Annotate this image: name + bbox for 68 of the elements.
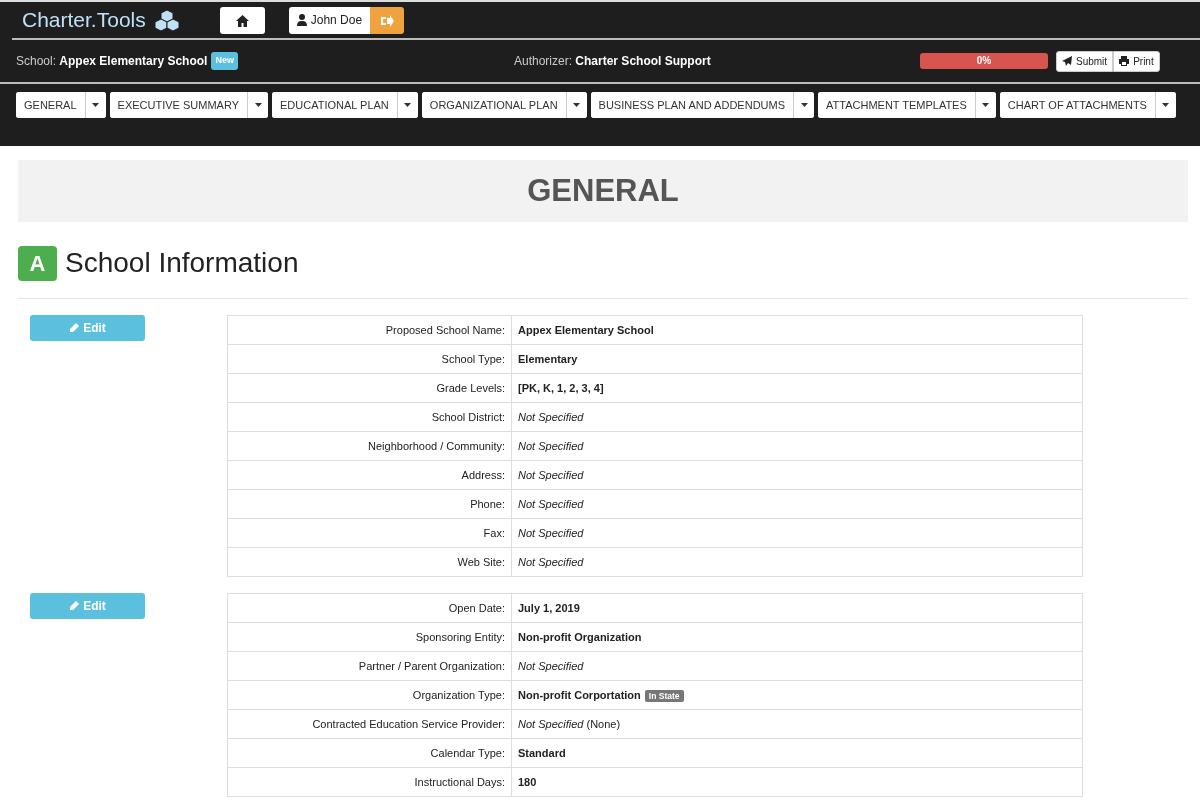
user-button[interactable]: John Doe xyxy=(288,6,371,34)
field-value: Not Specified (None) xyxy=(511,709,1083,739)
field-value: Not Specified xyxy=(511,460,1083,490)
sign-out-icon xyxy=(380,14,394,27)
field-value: Non-profit Corportation xyxy=(518,688,641,701)
section-tab[interactable]: ATTACHMENT TEMPLATES xyxy=(818,92,976,118)
authorizer-name: Authorizer: Charter School Support xyxy=(514,53,712,70)
person-icon xyxy=(296,14,307,26)
progress-reading: 0% xyxy=(975,54,993,68)
section-tab[interactable]: EXECUTIVE SUMMARY xyxy=(109,92,248,118)
status-badge: New xyxy=(211,52,238,70)
field-label: Organization Type: xyxy=(227,680,512,710)
pencil-icon xyxy=(69,323,80,333)
field-value: Not Specified xyxy=(511,489,1083,519)
section-tab[interactable]: ORGANIZATIONAL PLAN xyxy=(421,92,567,118)
field-label: School District: xyxy=(227,402,512,432)
field-value: Not Specified xyxy=(511,518,1083,548)
field-value: Non-profit Organization xyxy=(511,622,1083,652)
field-label: Proposed School Name: xyxy=(227,315,512,345)
field-value: Not Specified xyxy=(511,431,1083,461)
paper-plane-icon xyxy=(1062,56,1072,66)
status-badge: In State xyxy=(644,689,684,702)
field-label: Contracted Education Service Provider: xyxy=(227,709,512,739)
field-value: [PK, K, 1, 2, 3, 4] xyxy=(511,373,1083,403)
sign-out-button[interactable] xyxy=(370,6,405,34)
field-label: Neighborhood / Community: xyxy=(227,431,512,461)
field-label: Web Site: xyxy=(227,547,512,577)
field-value: 180 xyxy=(511,767,1083,797)
home-icon xyxy=(235,14,249,27)
field-label: Grade Levels: xyxy=(227,373,512,403)
field-label: Phone: xyxy=(227,489,512,519)
caret-icon xyxy=(982,103,990,107)
school-name: School: Appex Elementary School xyxy=(16,53,208,70)
field-label: Address: xyxy=(227,460,512,490)
brand-title[interactable]: Charter.Tools xyxy=(22,4,146,36)
field-value: Not Specified xyxy=(511,651,1083,681)
caret-icon xyxy=(573,103,581,107)
home-button[interactable] xyxy=(219,6,265,34)
field-value: July 1, 2019 xyxy=(511,593,1083,623)
print-button[interactable]: Print xyxy=(1113,50,1160,72)
printer-icon xyxy=(1119,56,1130,66)
field-label: Fax: xyxy=(227,518,512,548)
section-letter: A xyxy=(18,245,57,281)
field-value: Standard xyxy=(511,738,1083,768)
field-label: School Type: xyxy=(227,344,512,374)
field-label: Instructional Days: xyxy=(227,767,512,797)
field-label: Calendar Type: xyxy=(227,738,512,768)
field-label: Open Date: xyxy=(227,593,512,623)
field-value: Appex Elementary School xyxy=(511,315,1083,345)
section-tab[interactable]: CHART OF ATTACHMENTS xyxy=(999,92,1156,118)
page-title: GENERAL xyxy=(18,160,1188,222)
field-value: Not Specified xyxy=(511,547,1083,577)
field-value: Not Specified xyxy=(511,402,1083,432)
field-value: Elementary xyxy=(511,344,1083,374)
field-label: Sponsoring Entity: xyxy=(227,622,512,652)
caret-icon xyxy=(1162,103,1170,107)
cubes-icon xyxy=(153,9,180,31)
submit-button[interactable]: Submit xyxy=(1056,50,1114,72)
section-title: School Information xyxy=(65,246,299,280)
caret-icon xyxy=(92,103,100,107)
section-tab[interactable]: EDUCATIONAL PLAN xyxy=(272,92,398,118)
caret-icon xyxy=(800,103,808,107)
pencil-icon xyxy=(69,601,80,611)
caret-icon xyxy=(254,103,262,107)
section-tab[interactable]: BUSINESS PLAN AND ADDENDUMS xyxy=(590,92,794,118)
field-label: Partner / Parent Organization: xyxy=(227,651,512,681)
section-tab[interactable]: GENERAL xyxy=(16,92,86,118)
caret-icon xyxy=(404,103,412,107)
